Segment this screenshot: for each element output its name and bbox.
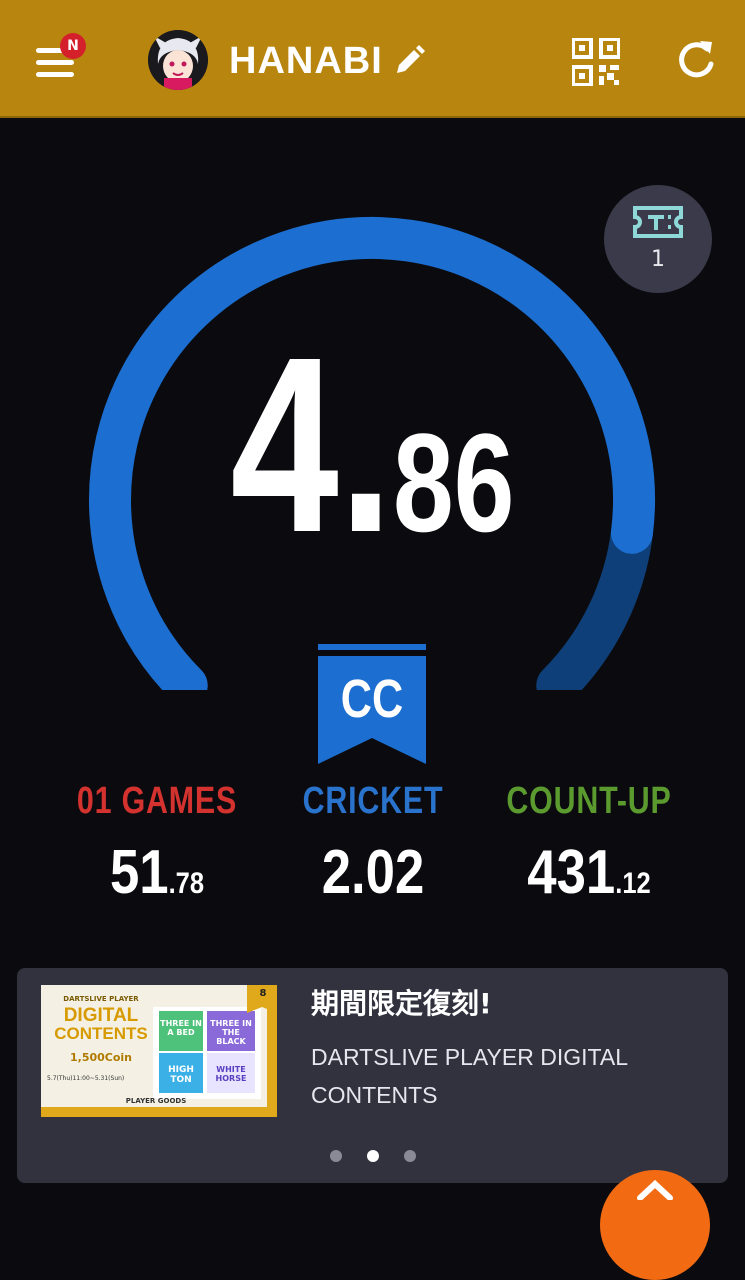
ticket-icon — [633, 206, 683, 238]
stat-name: COUNT-UP — [506, 780, 672, 822]
promo-card[interactable]: DARTSLIVE PLAYER DIGITAL CONTENTS 1,500C… — [17, 968, 728, 1183]
hamburger-bar — [36, 60, 74, 65]
stat-name: CRICKET — [302, 780, 444, 822]
promo-footer: PLAYER GOODS — [125, 1097, 187, 1105]
promo-price: 1,500Coin — [69, 1051, 133, 1064]
carousel-dot[interactable] — [330, 1150, 342, 1162]
stat-01-games[interactable]: 01 GAMES 51.78 — [42, 780, 272, 908]
app-header: N HANABI — [0, 0, 745, 118]
stat-value-int: 431 — [527, 838, 616, 907]
notification-badge: N — [60, 33, 86, 59]
promo-count: 8 — [259, 988, 267, 999]
stat-count-up[interactable]: COUNT-UP 431.12 — [474, 780, 704, 908]
stat-value: 51.78 — [59, 837, 255, 908]
stat-value: 431.12 — [491, 837, 687, 908]
refresh-icon[interactable] — [674, 38, 718, 82]
stat-cricket[interactable]: CRICKET 2.02 — [258, 780, 488, 908]
promo-title: 期間限定復刻! — [311, 987, 492, 1020]
promo-tile-2: THREE IN THE BLACK — [210, 1019, 252, 1046]
rating-decimal: 86 — [392, 404, 515, 561]
username: HANABI — [229, 40, 383, 82]
class-label: CC — [340, 669, 404, 729]
stats-row: 01 GAMES 51.78 CRICKET 2.02 COUNT-UP 431… — [0, 780, 745, 910]
pencil-icon[interactable] — [393, 45, 425, 77]
stat-value-dec: .12 — [615, 867, 651, 900]
carousel-indicator — [17, 1150, 728, 1164]
promo-heading-small: DARTSLIVE PLAYER — [63, 995, 139, 1003]
carousel-dot[interactable] — [404, 1150, 416, 1162]
promo-tile-4: WHITE HORSE — [215, 1065, 247, 1083]
qr-code-icon[interactable] — [571, 37, 621, 87]
avatar-image — [148, 30, 208, 90]
rating-dot: . — [338, 305, 393, 584]
rating-integer: 4 — [230, 305, 339, 584]
stat-value-dec: .78 — [168, 867, 205, 900]
stat-value-int: 2.02 — [321, 838, 425, 907]
ticket-count: 1 — [651, 247, 665, 272]
promo-period: 5.7(Thu)11:00~5.31(Sun) — [47, 1075, 125, 1082]
promo-image[interactable]: DARTSLIVE PLAYER DIGITAL CONTENTS 1,500C… — [41, 985, 277, 1117]
carousel-dot-active[interactable] — [367, 1150, 379, 1162]
promo-description: DARTSLIVE PLAYER DIGITAL CONTENTS — [311, 1044, 628, 1108]
stat-value: 2.02 — [275, 837, 471, 908]
scroll-top-button[interactable] — [600, 1170, 710, 1280]
stat-name: 01 GAMES — [76, 780, 238, 822]
hamburger-bar — [36, 72, 74, 77]
stat-value-int: 51 — [109, 838, 169, 907]
chevron-up-icon — [637, 1179, 673, 1200]
rating-value: 4.86 — [82, 320, 663, 598]
promo-tile-3: HIGH TON — [168, 1065, 194, 1085]
ticket-button[interactable]: 1 — [604, 185, 712, 293]
promo-tile-1: THREE IN A BED — [160, 1019, 202, 1037]
promo-heading-big-2: CONTENTS — [54, 1024, 148, 1043]
avatar[interactable] — [148, 30, 208, 90]
